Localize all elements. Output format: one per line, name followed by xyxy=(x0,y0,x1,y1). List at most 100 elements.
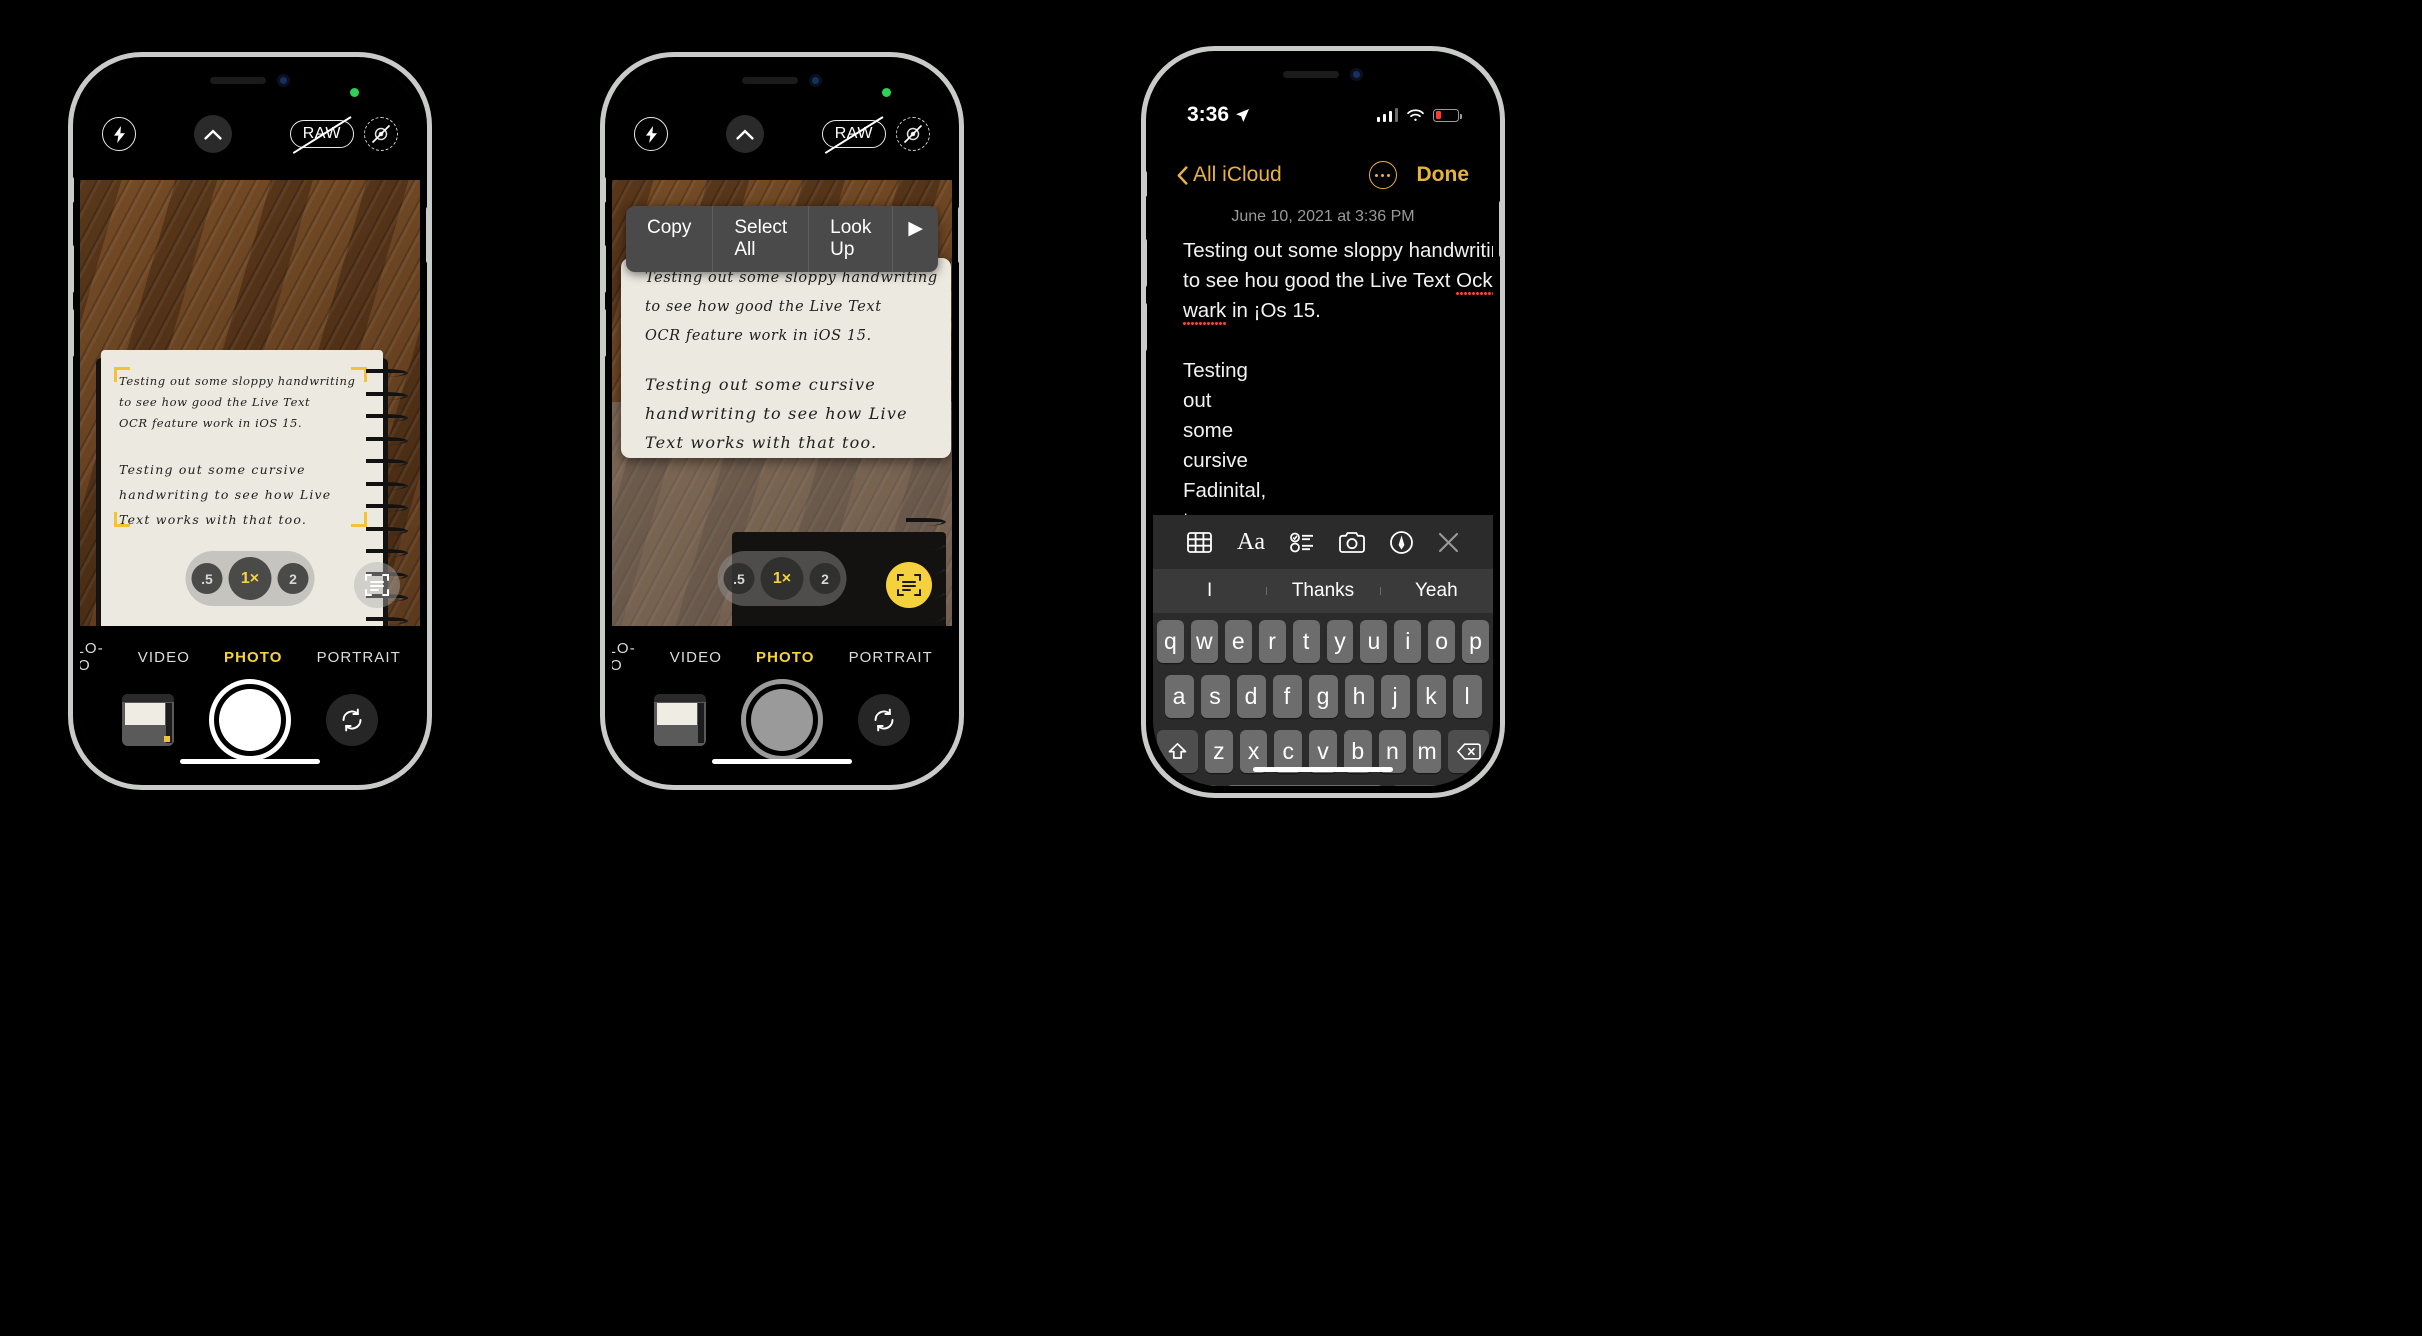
key-g[interactable]: g xyxy=(1308,675,1338,718)
more-options-button[interactable] xyxy=(1368,161,1397,189)
volume-up-button[interactable] xyxy=(73,245,74,293)
camera-viewfinder[interactable]: Testing out some sloppy handwriting to s… xyxy=(80,180,420,626)
key-w[interactable]: w xyxy=(1190,620,1218,663)
camera-viewfinder[interactable]: Testing out some sloppy handwriting to s… xyxy=(612,180,952,626)
shutter-button[interactable] xyxy=(209,679,291,761)
volume-down-button[interactable] xyxy=(73,309,74,357)
prediction-1[interactable]: I xyxy=(1153,580,1266,602)
key-e[interactable]: e xyxy=(1224,620,1252,663)
flash-icon[interactable] xyxy=(634,117,668,151)
key-d[interactable]: d xyxy=(1236,675,1266,718)
prediction-3[interactable]: Yeah xyxy=(1379,580,1493,602)
chevron-up-icon[interactable] xyxy=(725,115,764,153)
mute-switch[interactable] xyxy=(605,177,606,203)
close-icon xyxy=(1438,532,1458,552)
return-key[interactable]: return xyxy=(1391,785,1485,786)
home-indicator[interactable] xyxy=(1253,767,1393,772)
camera-mode-selector[interactable]: E SLO-MO VIDEO PHOTO PORTRAIT PANO xyxy=(80,640,420,674)
text-edit-menu[interactable]: Copy Select All Look Up ▶ xyxy=(626,206,938,272)
raw-toggle-button[interactable]: RAW xyxy=(821,116,886,154)
key-l[interactable]: l xyxy=(1452,675,1482,718)
zoom-option-2x[interactable]: 2 xyxy=(277,563,309,594)
flip-camera-icon[interactable] xyxy=(858,694,910,746)
side-button[interactable] xyxy=(426,207,427,263)
zoom-control[interactable]: .5 1× 2 xyxy=(717,551,847,606)
live-text-icon[interactable] xyxy=(886,562,932,608)
key-m[interactable]: m xyxy=(1413,730,1441,773)
mode-video[interactable]: VIDEO xyxy=(138,649,190,666)
camera-mode-selector[interactable]: E SLO-MO VIDEO PHOTO PORTRAIT PANO xyxy=(612,640,952,674)
key-t[interactable]: t xyxy=(1292,620,1320,663)
shift-icon[interactable] xyxy=(1156,730,1199,773)
mute-switch[interactable] xyxy=(73,177,74,203)
copy-button[interactable]: Copy xyxy=(626,206,714,272)
done-button[interactable]: Done xyxy=(1417,163,1470,187)
photo-thumbnail[interactable] xyxy=(122,694,174,746)
zoom-option-2x[interactable]: 2 xyxy=(809,563,841,594)
notch xyxy=(166,64,334,96)
more-actions-arrow-icon[interactable]: ▶ xyxy=(893,206,938,272)
volume-up-button[interactable] xyxy=(1146,239,1147,287)
text-format-icon[interactable]: Aa xyxy=(1237,529,1265,556)
select-all-button[interactable]: Select All xyxy=(713,206,810,272)
flash-icon[interactable] xyxy=(102,117,136,151)
prediction-2[interactable]: Thanks xyxy=(1266,580,1379,602)
side-button[interactable] xyxy=(1499,201,1500,257)
raw-toggle-button[interactable]: RAW xyxy=(289,116,354,154)
key-j[interactable]: j xyxy=(1380,675,1410,718)
back-to-all-icloud-button[interactable]: All iCloud xyxy=(1177,163,1282,187)
live-text-icon[interactable] xyxy=(354,562,400,608)
volume-down-button[interactable] xyxy=(605,309,606,357)
live-photo-off-icon[interactable] xyxy=(363,117,398,151)
live-photo-off-icon[interactable] xyxy=(895,117,930,151)
zoom-control[interactable]: .5 1× 2 xyxy=(185,551,315,606)
zoom-option-half[interactable]: .5 xyxy=(723,563,755,594)
volume-down-button[interactable] xyxy=(1146,303,1147,351)
phone-3-notes: 3:36 All iCloud Done June 10, 2021 at 3:… xyxy=(1141,46,1505,798)
key-h[interactable]: h xyxy=(1344,675,1374,718)
zoom-option-1x[interactable]: 1× xyxy=(228,557,272,600)
shutter-button[interactable] xyxy=(741,679,823,761)
mute-switch[interactable] xyxy=(1146,171,1147,197)
key-o[interactable]: o xyxy=(1428,620,1456,663)
numbers-key[interactable]: 123 xyxy=(1161,785,1219,786)
key-i[interactable]: i xyxy=(1394,620,1422,663)
key-f[interactable]: f xyxy=(1272,675,1302,718)
handwriting-print-line-3: OCR feature work in iOS 15. xyxy=(119,416,303,430)
key-k[interactable]: k xyxy=(1416,675,1446,718)
mode-portrait[interactable]: PORTRAIT xyxy=(849,649,933,666)
zoom-option-half[interactable]: .5 xyxy=(191,563,223,594)
phone-1-camera: RAW Testing out some sloppy handwriting … xyxy=(68,52,432,790)
home-indicator[interactable] xyxy=(180,759,320,764)
notes-navigation-bar: All iCloud Done xyxy=(1153,154,1493,196)
key-a[interactable]: a xyxy=(1164,675,1194,718)
key-u[interactable]: u xyxy=(1360,620,1388,663)
mode-slo-mo[interactable]: SLO-MO xyxy=(80,640,104,674)
flip-camera-icon[interactable] xyxy=(326,694,378,746)
space-key[interactable]: space xyxy=(1226,785,1384,786)
earpiece-speaker xyxy=(1283,70,1339,78)
live-text-magnified-card[interactable]: Testing out some sloppy handwriting to s… xyxy=(621,258,951,458)
key-s[interactable]: s xyxy=(1200,675,1230,718)
predictive-text-bar: I Thanks Yeah xyxy=(1153,569,1493,613)
mode-photo[interactable]: PHOTO xyxy=(756,649,815,666)
volume-up-button[interactable] xyxy=(605,245,606,293)
mode-video[interactable]: VIDEO xyxy=(670,649,722,666)
side-button[interactable] xyxy=(958,207,959,263)
look-up-button[interactable]: Look Up xyxy=(809,206,894,272)
photo-thumbnail[interactable] xyxy=(654,694,706,746)
key-q[interactable]: q xyxy=(1156,620,1184,663)
mode-slo-mo[interactable]: SLO-MO xyxy=(612,640,636,674)
mode-photo[interactable]: PHOTO xyxy=(224,649,283,666)
note-line: some xyxy=(1183,419,1234,442)
chevron-up-icon[interactable] xyxy=(193,115,232,153)
key-y[interactable]: y xyxy=(1326,620,1354,663)
phone-2-camera-live-text: RAW Testing out some sloppy handwriting xyxy=(600,52,964,790)
zoom-option-1x[interactable]: 1× xyxy=(760,557,804,600)
backspace-icon[interactable] xyxy=(1447,730,1490,773)
key-z[interactable]: z xyxy=(1205,730,1233,773)
key-p[interactable]: p xyxy=(1462,620,1490,663)
mode-portrait[interactable]: PORTRAIT xyxy=(317,649,401,666)
home-indicator[interactable] xyxy=(712,759,852,764)
key-r[interactable]: r xyxy=(1258,620,1286,663)
